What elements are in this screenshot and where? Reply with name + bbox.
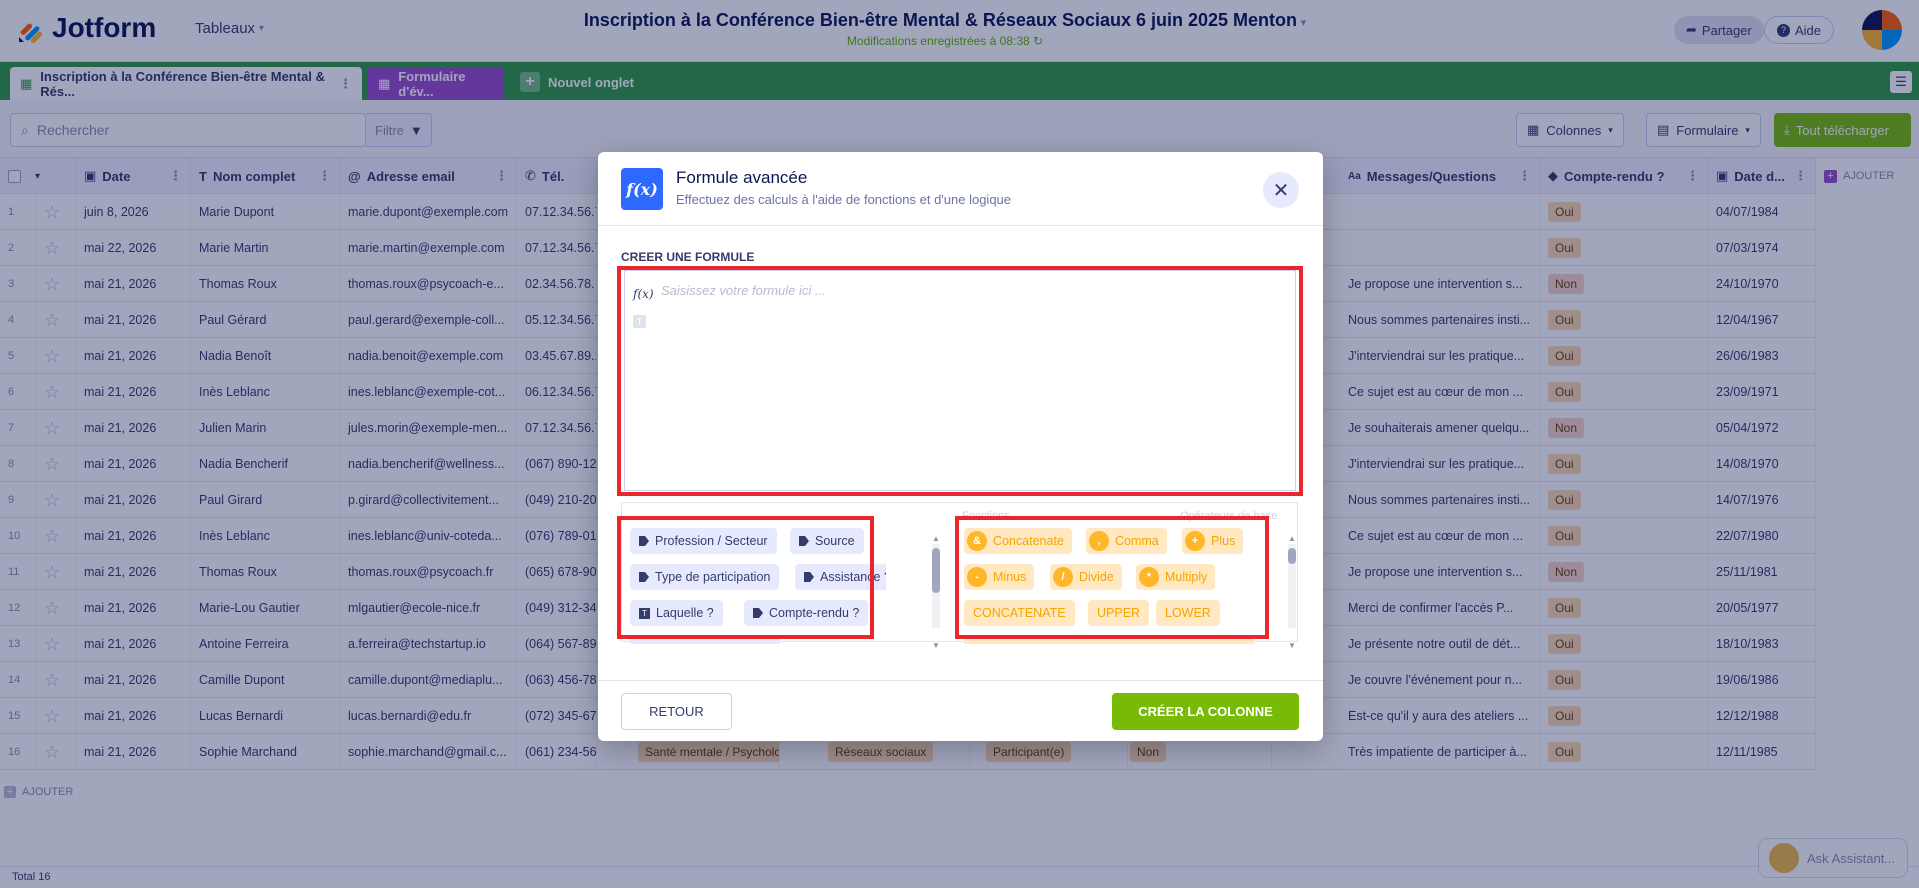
fields-scrollbar[interactable] xyxy=(932,544,940,628)
functions-scrollbar[interactable] xyxy=(1288,544,1296,628)
modal-header: f(x) Formule avancée Effectuez des calcu… xyxy=(598,152,1323,226)
formula-icon: f(x) xyxy=(621,168,663,210)
create-formula-label: CREER UNE FORMULE xyxy=(621,250,755,264)
highlight-formula-editor xyxy=(617,266,1303,496)
modal-subtitle: Effectuez des calculs à l'aide de foncti… xyxy=(676,192,1012,207)
scroll-down-icon[interactable]: ▼ xyxy=(1288,641,1296,650)
back-button[interactable]: RETOUR xyxy=(621,693,732,730)
scroll-down-icon[interactable]: ▼ xyxy=(932,641,940,650)
scroll-up-icon[interactable]: ▲ xyxy=(932,534,940,543)
highlight-functions-list xyxy=(955,516,1269,639)
scroll-up-icon[interactable]: ▲ xyxy=(1288,534,1296,543)
modal-title: Formule avancée xyxy=(676,168,808,187)
highlight-fields-list xyxy=(617,516,874,639)
advanced-formula-modal: f(x) Formule avancée Effectuez des calcu… xyxy=(598,152,1323,741)
close-icon[interactable]: ✕ xyxy=(1263,172,1299,208)
create-column-button[interactable]: CRÉER LA COLONNE xyxy=(1112,693,1299,730)
